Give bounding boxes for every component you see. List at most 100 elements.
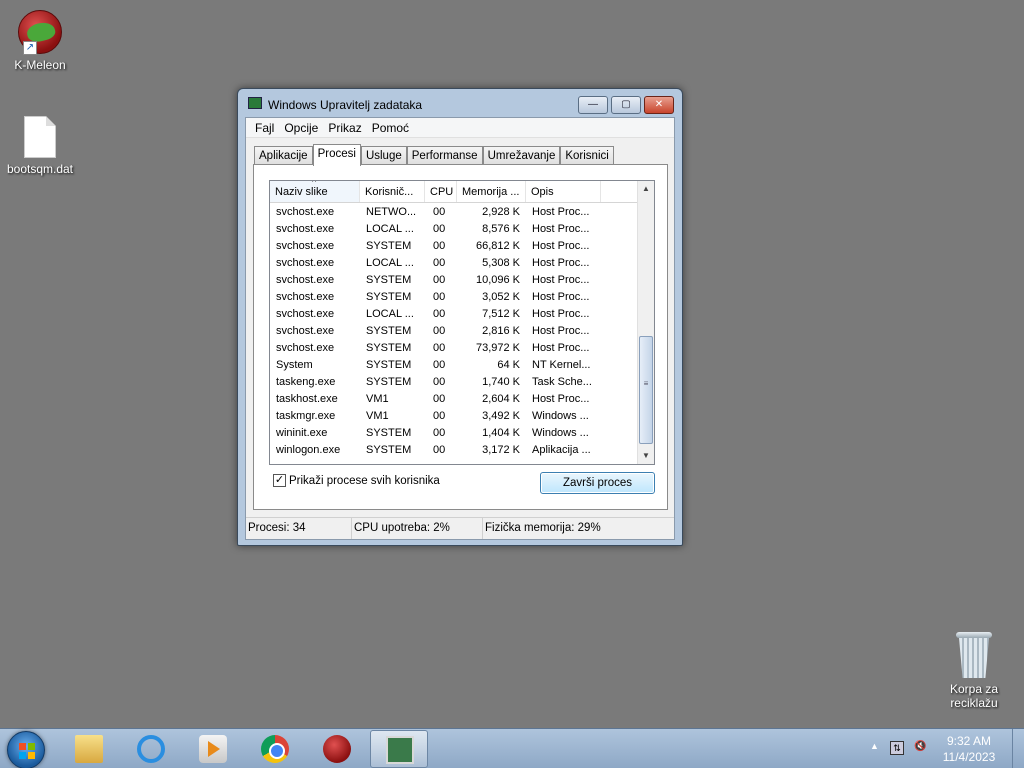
cell-memory: 3,492 K	[482, 410, 520, 422]
menu-options[interactable]: Opcije	[279, 118, 323, 137]
cell-description: Aplikacija ...	[532, 444, 591, 456]
cell-memory: 73,972 K	[475, 342, 520, 354]
cell-image-name: svchost.exe	[276, 206, 335, 218]
task-manager-icon	[248, 97, 262, 109]
tab-processes[interactable]: Procesi	[312, 144, 361, 166]
cell-memory: 64 K	[497, 359, 520, 371]
cell-user: SYSTEM	[366, 240, 412, 252]
cell-description: Host Proc...	[532, 240, 590, 252]
scroll-up-arrow-icon[interactable]: ▲	[638, 181, 654, 197]
cell-cpu: 00	[433, 427, 446, 439]
table-row[interactable]: svchost.exe LOCAL ... 00 8,576 K Host Proc..…	[270, 221, 638, 238]
menu-bar: Fajl Opcije Prikaz Pomoć	[246, 118, 674, 138]
media-player-icon	[199, 735, 227, 763]
clock[interactable]: 9:32 AM 11/4/2023	[934, 733, 1004, 765]
vertical-scrollbar[interactable]: ▲ ≡ ▼	[637, 181, 654, 464]
maximize-button[interactable]: ▢	[611, 96, 641, 114]
column-header-image-name[interactable]: Naziv slike	[270, 181, 360, 202]
cell-image-name: svchost.exe	[276, 308, 335, 320]
tab-networking[interactable]: Umrežavanje	[482, 146, 561, 165]
show-all-users-checkbox[interactable]: ✓	[273, 474, 286, 487]
cell-image-name: svchost.exe	[276, 257, 335, 269]
menu-help[interactable]: Pomoć	[367, 118, 414, 137]
cell-image-name: System	[276, 359, 313, 371]
table-row[interactable]: svchost.exe SYSTEM 00 66,812 K Host Proc...	[270, 238, 638, 255]
tab-users[interactable]: Korisnici	[560, 146, 614, 165]
table-row[interactable]: svchost.exe SYSTEM 00 10,096 K Host Proc...	[270, 272, 638, 289]
desktop-icon-label: Korpa za reciklažu	[949, 682, 999, 710]
table-row[interactable]: svchost.exe SYSTEM 00 2,816 K Host Proc...	[270, 323, 638, 340]
desktop-icon-bootsqm[interactable]: bootsqm.dat	[0, 116, 80, 176]
table-row[interactable]: svchost.exe SYSTEM 00 73,972 K Host Proc...	[270, 340, 638, 357]
taskbar-explorer[interactable]	[60, 730, 118, 768]
menu-view[interactable]: Prikaz	[323, 118, 366, 137]
cell-cpu: 00	[433, 240, 446, 252]
cell-user: SYSTEM	[366, 359, 412, 371]
k-meleon-icon	[323, 735, 351, 763]
table-row[interactable]: svchost.exe LOCAL ... 00 5,308 K Host Proc..…	[270, 255, 638, 272]
taskbar-chrome[interactable]	[246, 730, 304, 768]
scroll-thumb[interactable]: ≡	[639, 336, 653, 444]
cell-image-name: winlogon.exe	[276, 444, 341, 456]
desktop-icon-k-meleon[interactable]: ↗ K-Meleon	[0, 10, 80, 72]
cell-description: Windows ...	[532, 427, 589, 439]
network-icon[interactable]: ⇅	[890, 741, 904, 755]
task-manager-window[interactable]: Windows Upravitelj zadataka — ▢ ✕ Fajl O…	[237, 88, 683, 546]
tab-services[interactable]: Usluge	[360, 146, 407, 165]
tab-applications[interactable]: Aplikacije	[254, 146, 313, 165]
table-row[interactable]: wininit.exe SYSTEM 00 1,404 K Windows ...	[270, 425, 638, 442]
table-row[interactable]: System SYSTEM 00 64 K NT Kernel...	[270, 357, 638, 374]
title-bar[interactable]: Windows Upravitelj zadataka — ▢ ✕	[238, 89, 682, 117]
desktop-icon-recycle-bin[interactable]: Korpa za reciklažu	[934, 632, 1014, 710]
taskbar-task-manager[interactable]	[370, 730, 428, 768]
cell-description: Host Proc...	[532, 342, 590, 354]
cell-memory: 1,404 K	[482, 427, 520, 439]
show-all-users-option[interactable]: ✓ Prikaži procese svih korisnika	[273, 474, 440, 487]
window-client-area: Fajl Opcije Prikaz Pomoć Aplikacije Proc…	[245, 117, 675, 540]
cell-description: Windows ...	[532, 410, 589, 422]
table-row[interactable]: winlogon.exe SYSTEM 00 3,172 K Aplikacija ..…	[270, 442, 638, 459]
close-button[interactable]: ✕	[644, 96, 674, 114]
cell-description: Host Proc...	[532, 257, 590, 269]
column-header-description[interactable]: Opis	[526, 181, 601, 202]
scroll-down-arrow-icon[interactable]: ▼	[638, 448, 654, 464]
menu-file[interactable]: Fajl	[250, 118, 279, 137]
window-title: Windows Upravitelj zadataka	[268, 98, 423, 112]
tab-performance[interactable]: Performanse	[406, 146, 483, 165]
cell-image-name: wininit.exe	[276, 427, 328, 439]
process-rows: svchost.exe NETWO... 00 2,928 K Host Proc...…	[270, 204, 638, 459]
table-row[interactable]: taskmgr.exe VM1 00 3,492 K Windows ...	[270, 408, 638, 425]
status-physical-memory: Fizička memorija: 29%	[485, 522, 601, 534]
cell-user: SYSTEM	[366, 342, 412, 354]
table-row[interactable]: svchost.exe SYSTEM 00 3,052 K Host Proc...	[270, 289, 638, 306]
file-icon	[24, 116, 56, 158]
cell-memory: 2,816 K	[482, 325, 520, 337]
table-row[interactable]: svchost.exe NETWO... 00 2,928 K Host Proc...	[270, 204, 638, 221]
cell-user: LOCAL ...	[366, 223, 414, 235]
table-row[interactable]: svchost.exe LOCAL ... 00 7,512 K Host Proc..…	[270, 306, 638, 323]
show-hidden-icons-icon[interactable]: ▲	[870, 741, 879, 751]
column-header-memory[interactable]: Memorija ...	[457, 181, 526, 202]
show-desktop-button[interactable]	[1012, 729, 1024, 768]
volume-muted-icon[interactable]: 🔇	[914, 741, 930, 755]
start-button[interactable]	[7, 731, 45, 768]
cell-cpu: 00	[433, 342, 446, 354]
table-row[interactable]: taskhost.exe VM1 00 2,604 K Host Proc...	[270, 391, 638, 408]
taskbar-media-player[interactable]	[184, 730, 242, 768]
recycle-bin-icon	[956, 632, 992, 678]
taskbar-k-meleon[interactable]	[308, 730, 366, 768]
column-header-user[interactable]: Korisnič...	[360, 181, 425, 202]
cell-image-name: svchost.exe	[276, 325, 335, 337]
table-row[interactable]: taskeng.exe SYSTEM 00 1,740 K Task Sche...	[270, 374, 638, 391]
process-list[interactable]: Naziv slike Korisnič... CPU Memorija ...…	[269, 180, 655, 465]
cell-description: Host Proc...	[532, 325, 590, 337]
cell-description: Host Proc...	[532, 393, 590, 405]
cell-memory: 66,812 K	[475, 240, 520, 252]
cell-cpu: 00	[433, 359, 446, 371]
minimize-button[interactable]: —	[578, 96, 608, 114]
taskbar-internet-explorer[interactable]	[122, 730, 180, 768]
cell-image-name: svchost.exe	[276, 274, 335, 286]
column-header-cpu[interactable]: CPU	[425, 181, 457, 202]
end-process-button[interactable]: Završi proces	[540, 472, 655, 494]
cell-user: LOCAL ...	[366, 308, 414, 320]
